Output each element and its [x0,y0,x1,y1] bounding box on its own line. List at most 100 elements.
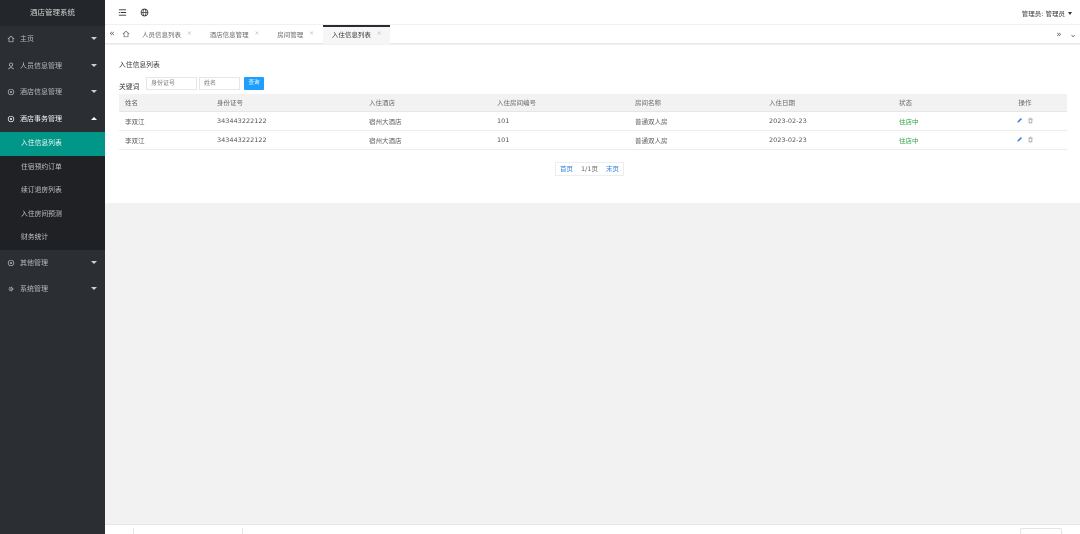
sidebar-item-label: 系统管理 [20,285,48,294]
cell-hotel: 宿州大酒店 [363,130,491,150]
tabs-scroll-right-icon[interactable]: » [1052,30,1066,40]
sidebar-subitem-finance[interactable]: 财务统计 [0,226,105,250]
id-number-input[interactable] [146,77,197,90]
close-icon[interactable]: ✕ [255,31,260,37]
close-icon[interactable]: ✕ [377,31,382,37]
footer [105,524,1080,534]
sidebar-submenu: 入住信息列表 住宿预约订单 续订退房列表 入住房间预测 财务统计 [0,132,105,250]
cell-room-number: 101 [491,111,629,131]
gear-icon [7,285,15,293]
admin-menu[interactable]: 管理员: 管理员 [1022,8,1072,18]
cell-name: 李双江 [119,130,211,150]
top-header: 管理员: 管理员 [105,0,1080,24]
col-header: 入住酒店 [363,94,491,112]
cell-date: 2023-02-23 [763,111,893,131]
edit-icon[interactable] [1016,136,1023,143]
col-header: 操作 [983,94,1067,112]
sidebar: 酒店管理系统 主页 人员信息管理 酒店信息管理 酒店事务管理 入住信息列表 住宿… [0,0,105,534]
sidebar-item-system[interactable]: 系统管理 [0,276,105,303]
col-header: 姓名 [119,94,211,112]
cell-room-number: 101 [491,130,629,150]
globe-icon[interactable] [139,7,149,17]
cell-date: 2023-02-23 [763,130,893,150]
tabs-right-controls: » ⌄ [1052,25,1080,44]
tab-hotel-info[interactable]: 酒店信息管理 ✕ [201,25,269,44]
tab-bar: « 人员信息列表 ✕ 酒店信息管理 ✕ 房间管理 ✕ 入住信息列表 ✕ » ⌄ [105,24,1080,44]
sidebar-subitem-renewal-checkout[interactable]: 续订退房列表 [0,179,105,203]
home-icon [7,35,15,43]
status-badge: 住店中 [893,111,983,131]
app-title: 酒店管理系统 [0,0,105,26]
col-header: 房间名称 [629,94,763,112]
sidebar-item-label: 主页 [20,35,34,44]
chevron-up-icon [91,116,97,120]
chevron-down-icon[interactable]: ⌄ [1066,30,1080,40]
sidebar-item-label: 其他管理 [20,258,48,267]
menu-toggle-icon[interactable] [117,7,127,17]
last-page-link[interactable]: 末页 [602,163,623,175]
col-header: 状态 [893,94,983,112]
delete-icon[interactable] [1027,136,1034,143]
sidebar-item-label: 人员信息管理 [20,61,62,70]
chevron-down-icon [1068,11,1072,15]
user-icon [7,62,15,70]
search-button[interactable]: 查询 [244,77,264,90]
sidebar-item-home[interactable]: 主页 [0,26,105,53]
content-panel: 入住信息列表 关键词 查询 姓名 身份证号 入住酒店 入住房间编号 房间名称 入… [105,45,1080,203]
chevron-down-icon [91,63,97,67]
status-badge: 住店中 [893,130,983,150]
table-row: 李双江 343443222122 宿州大酒店 101 普通双人房 2023-02… [119,130,1067,150]
name-input[interactable] [199,77,240,90]
pagination: 首页 1/1页 末页 [555,162,624,176]
delete-icon[interactable] [1027,117,1034,124]
chevron-down-icon [91,37,97,40]
chevron-down-icon [91,90,97,93]
sidebar-item-hotel-info[interactable]: 酒店信息管理 [0,79,105,106]
tab-checkin-list[interactable]: 入住信息列表 ✕ [322,24,391,44]
chevron-down-icon [91,260,97,264]
cell-hotel: 宿州大酒店 [363,111,491,131]
page-info: 1/1页 [581,165,598,173]
home-tab-icon[interactable] [119,25,133,44]
sidebar-subitem-reservations[interactable]: 住宿预约订单 [0,156,105,180]
sidebar-item-label: 酒店事务管理 [20,114,62,123]
table-header-row: 姓名 身份证号 入住酒店 入住房间编号 房间名称 入住日期 状态 操作 [119,94,1067,112]
tab-room-management[interactable]: 房间管理 ✕ [268,25,323,44]
tab-label: 人员信息列表 [142,31,181,39]
sidebar-subitem-room-forecast[interactable]: 入住房间预测 [0,203,105,227]
col-header: 入住日期 [763,94,893,112]
footer-right-control[interactable] [1020,528,1062,534]
sidebar-item-personnel[interactable]: 人员信息管理 [0,53,105,80]
tab-label: 酒店信息管理 [209,31,249,39]
sidebar-subitem-checkin-list[interactable]: 入住信息列表 [0,132,105,156]
edit-icon[interactable] [1016,117,1023,124]
tab-label: 入住信息列表 [331,31,371,39]
settings-icon [7,115,15,123]
page-title: 入住信息列表 [119,61,160,69]
tabs-scroll-left-icon[interactable]: « [105,25,119,44]
sidebar-item-label: 酒店信息管理 [20,88,62,97]
close-icon[interactable]: ✕ [187,31,192,37]
col-header: 身份证号 [211,94,363,112]
keyword-label: 关键词 [119,83,140,91]
tab-label: 房间管理 [277,31,304,39]
cell-id: 343443222122 [211,111,363,131]
cell-id: 343443222122 [211,130,363,150]
chevron-down-icon [91,287,97,290]
cell-actions [983,111,1067,131]
settings-icon [7,88,15,96]
cell-room-name: 普通双人房 [629,130,763,150]
cell-name: 李双江 [119,111,211,131]
sidebar-item-hotel-affairs[interactable]: 酒店事务管理 [0,106,105,133]
admin-label: 管理员: 管理员 [1021,10,1065,18]
checkin-table: 姓名 身份证号 入住酒店 入住房间编号 房间名称 入住日期 状态 操作 李双江 … [119,94,1067,150]
close-icon[interactable]: ✕ [309,31,314,37]
tab-personnel-list[interactable]: 人员信息列表 ✕ [133,25,201,44]
first-page-link[interactable]: 首页 [556,163,577,175]
cell-room-name: 普通双人房 [629,111,763,131]
cell-actions [983,130,1067,150]
settings-icon [7,259,15,267]
col-header: 入住房间编号 [491,94,629,112]
table-row: 李双江 343443222122 宿州大酒店 101 普通双人房 2023-02… [119,111,1067,131]
sidebar-item-other[interactable]: 其他管理 [0,250,105,277]
